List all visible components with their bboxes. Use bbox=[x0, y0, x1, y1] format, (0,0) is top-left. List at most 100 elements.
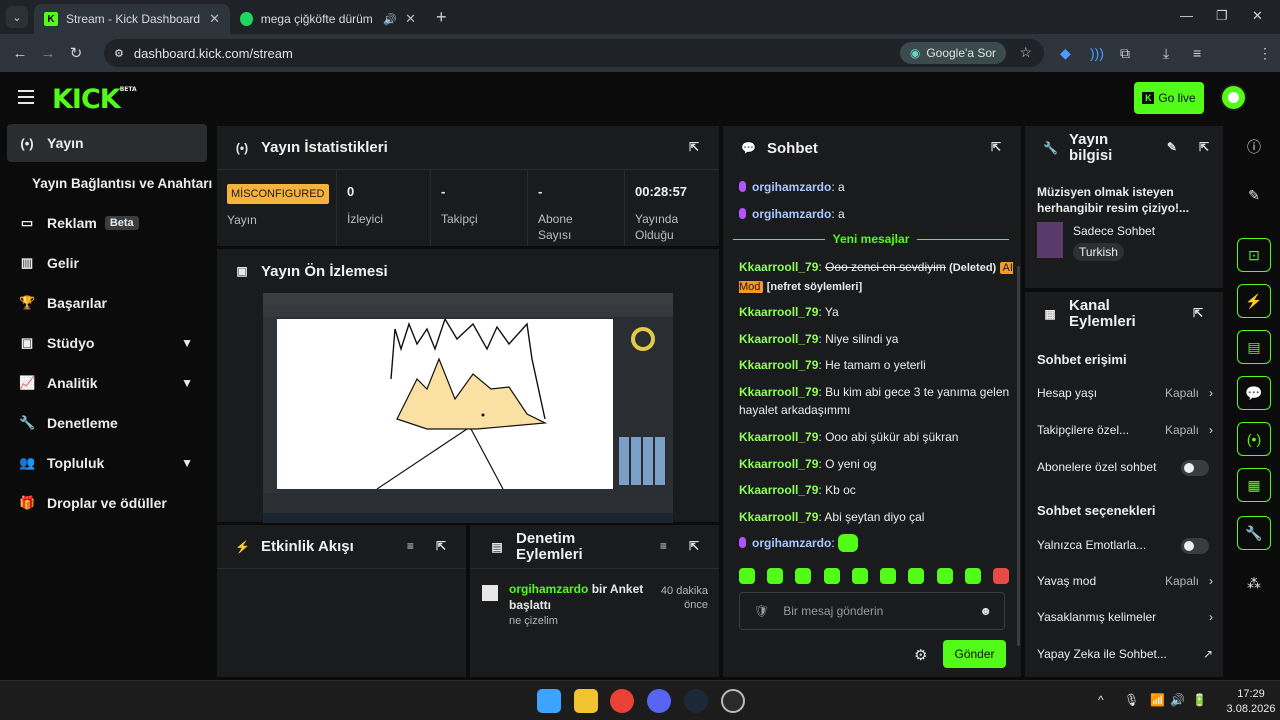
popout-icon[interactable]: ⇱ bbox=[1193, 306, 1203, 320]
minimize-icon[interactable]: — bbox=[1180, 8, 1193, 23]
chat-message[interactable]: Kkaarrooll_79: He tamam o yeterli bbox=[739, 356, 1015, 374]
chat-scrollbar[interactable] bbox=[1017, 266, 1020, 646]
site-info-icon[interactable]: ⚙ bbox=[114, 47, 124, 60]
category-name[interactable]: Sadece Sohbet bbox=[1073, 224, 1155, 238]
edit-pencil-icon[interactable]: ✎ bbox=[1237, 178, 1271, 212]
app-icon[interactable] bbox=[721, 689, 745, 713]
account-age-setting[interactable]: Hesap yaşı Kapalı › bbox=[1037, 386, 1213, 400]
emote-icon[interactable] bbox=[851, 568, 868, 584]
emote-icon[interactable] bbox=[880, 568, 897, 584]
windows-start-icon[interactable] bbox=[537, 689, 561, 713]
sidebar-item-denetleme[interactable]: 🔧 Denetleme bbox=[7, 404, 207, 442]
send-message-button[interactable]: Gönder bbox=[943, 640, 1006, 668]
browser-tab-kick[interactable]: K Stream - Kick Dashboard ✕ bbox=[34, 4, 230, 34]
chat-message[interactable]: orgihamzardo: a bbox=[739, 205, 1015, 223]
emote-icon[interactable] bbox=[908, 568, 925, 584]
back-icon[interactable]: ← bbox=[6, 45, 34, 62]
sidebar-item-yayin[interactable]: (•) Yayın bbox=[7, 124, 207, 162]
info-icon[interactable]: ⓘ bbox=[1237, 130, 1271, 164]
chat-bubble-icon[interactable]: 💬 bbox=[1237, 376, 1271, 410]
microphone-icon[interactable]: 🎙 bbox=[1124, 693, 1139, 707]
banned-words-setting[interactable]: Yasaklanmış kelimeler › bbox=[1037, 610, 1213, 624]
popout-icon[interactable]: ⇱ bbox=[689, 140, 699, 154]
tab-search-button[interactable]: ⌄ bbox=[6, 6, 28, 28]
chat-message[interactable]: Kkaarrooll_79: Bu kim abi gece 3 te yanı… bbox=[739, 383, 1015, 419]
window-close-icon[interactable]: ✕ bbox=[1252, 8, 1263, 24]
system-clock[interactable]: 17:29 3.08.2026 bbox=[1226, 687, 1276, 717]
chat-message-deleted[interactable]: Kkaarrooll_79: Ooo zenci en sevdiyim (De… bbox=[739, 258, 1015, 295]
kick-logo[interactable]: KICKBETA bbox=[52, 84, 137, 115]
sidebar-item-stream-key[interactable]: Yayın Bağlantısı ve Anahtarı bbox=[20, 164, 220, 202]
chat-message[interactable]: orgihamzardo: bbox=[739, 534, 1015, 552]
emote-icon[interactable] bbox=[795, 568, 812, 584]
emote-icon[interactable] bbox=[936, 568, 953, 584]
chat-message[interactable]: Kkaarrooll_79: Abi şeytan diyo çal bbox=[739, 508, 1015, 526]
edit-pencil-icon[interactable]: ✎ bbox=[1167, 140, 1177, 154]
speaker-icon[interactable]: 🔊 bbox=[383, 13, 397, 26]
extension-audio-icon[interactable]: ))) bbox=[1090, 45, 1104, 61]
close-tab-icon[interactable]: ✕ bbox=[405, 11, 416, 27]
chrome-icon[interactable] bbox=[610, 689, 634, 713]
discord-icon[interactable] bbox=[647, 689, 671, 713]
go-live-button[interactable]: K Go live bbox=[1134, 82, 1204, 114]
filter-icon[interactable]: ≡ bbox=[407, 539, 414, 553]
new-tab-button[interactable]: + bbox=[436, 7, 447, 28]
emote-icon[interactable] bbox=[964, 568, 981, 584]
stream-preview-video[interactable] bbox=[263, 293, 673, 523]
ai-chat-setting[interactable]: Yapay Zeka ile Sohbet... ↗ bbox=[1037, 647, 1213, 661]
emote-icon[interactable] bbox=[823, 568, 840, 584]
channel-actions-icon[interactable]: ▦ bbox=[1237, 468, 1271, 502]
user-avatar[interactable] bbox=[1220, 84, 1247, 111]
chat-settings-gear-icon[interactable]: ⚙ bbox=[914, 646, 927, 664]
sidebar-item-topluluk[interactable]: 👥 Topluluk ▼ bbox=[7, 444, 207, 482]
extension-shazam-icon[interactable]: ◆ bbox=[1060, 45, 1071, 62]
scene-capture-icon[interactable]: ⊡ bbox=[1237, 238, 1271, 272]
emote-icon[interactable] bbox=[767, 568, 784, 584]
volume-icon[interactable]: 🔊 bbox=[1170, 693, 1185, 707]
popout-icon[interactable]: ⇱ bbox=[991, 140, 1001, 154]
browser-menu-icon[interactable]: ⋮ bbox=[1258, 45, 1272, 62]
bookmark-star-icon[interactable]: ☆ bbox=[1019, 44, 1032, 61]
widgets-icon[interactable]: ⁂ bbox=[1237, 566, 1271, 600]
extensions-puzzle-icon[interactable]: ⧉ bbox=[1120, 45, 1130, 62]
sidebar-item-basarilar[interactable]: 🏆 Başarılar bbox=[7, 284, 207, 322]
sidebar-item-analitik[interactable]: 📈 Analitik ▼ bbox=[7, 364, 207, 402]
address-bar[interactable]: ⚙ dashboard.kick.com/stream ◉ Google'a So… bbox=[104, 39, 1044, 67]
battery-icon[interactable]: 🔋 bbox=[1192, 693, 1207, 707]
chat-message[interactable]: orgihamzardo: a bbox=[739, 178, 1015, 196]
chat-message[interactable]: Kkaarrooll_79: O yeni og bbox=[739, 455, 1015, 473]
forward-icon[interactable]: → bbox=[34, 45, 62, 62]
wifi-icon[interactable]: 📶 bbox=[1150, 693, 1165, 707]
chat-message[interactable]: Kkaarrooll_79: Ooo abi şükür abi şükran bbox=[739, 428, 1015, 446]
tray-chevron-up-icon[interactable]: ^ bbox=[1098, 693, 1104, 707]
file-explorer-icon[interactable] bbox=[574, 689, 598, 713]
popout-icon[interactable]: ⇱ bbox=[436, 539, 446, 553]
popout-icon[interactable]: ⇱ bbox=[689, 539, 699, 553]
sidebar-item-droplar[interactable]: 🎁 Droplar ve ödüller bbox=[7, 484, 207, 522]
google-sor-button[interactable]: ◉ Google'a Sor bbox=[899, 42, 1006, 64]
popout-icon[interactable]: ⇱ bbox=[1199, 140, 1209, 154]
media-control-icon[interactable]: ≡ bbox=[1193, 45, 1201, 61]
filter-icon[interactable]: ≡ bbox=[660, 539, 667, 553]
document-icon[interactable]: ▤ bbox=[1237, 330, 1271, 364]
reload-icon[interactable]: ↻ bbox=[62, 44, 90, 62]
browser-tab-spotify[interactable]: mega çiğköfte dürüm - play 🔊 ✕ bbox=[230, 4, 426, 34]
wrench-icon[interactable]: 🔧 bbox=[1237, 516, 1271, 550]
followers-only-setting[interactable]: Takipçilere özel... Kapalı › bbox=[1037, 423, 1213, 437]
lightning-icon[interactable]: ⚡ bbox=[1237, 284, 1271, 318]
emote-icon[interactable] bbox=[992, 568, 1009, 584]
chat-message[interactable]: Kkaarrooll_79: Kb oc bbox=[739, 481, 1015, 499]
download-icon[interactable]: ⤓ bbox=[1163, 45, 1169, 62]
subs-only-toggle[interactable] bbox=[1181, 460, 1209, 476]
chat-message[interactable]: Kkaarrooll_79: Niye silindi ya bbox=[739, 330, 1015, 348]
maximize-icon[interactable]: ❐ bbox=[1216, 8, 1228, 24]
steam-icon[interactable] bbox=[684, 689, 708, 713]
emotes-only-toggle[interactable] bbox=[1181, 538, 1209, 554]
menu-hamburger-icon[interactable] bbox=[18, 90, 34, 108]
chat-message-input[interactable]: 🛡 Bir mesaj gönderin ☻ bbox=[739, 592, 1005, 630]
emoji-picker-icon[interactable]: ☻ bbox=[979, 604, 992, 618]
sidebar-item-studyo[interactable]: ▣ Stüdyo ▼ bbox=[7, 324, 207, 362]
sidebar-item-reklam[interactable]: ▭ Reklam Beta bbox=[7, 204, 207, 242]
slow-mode-setting[interactable]: Yavaş mod Kapalı › bbox=[1037, 574, 1213, 588]
chat-message[interactable]: Kkaarrooll_79: Ya bbox=[739, 303, 1015, 321]
